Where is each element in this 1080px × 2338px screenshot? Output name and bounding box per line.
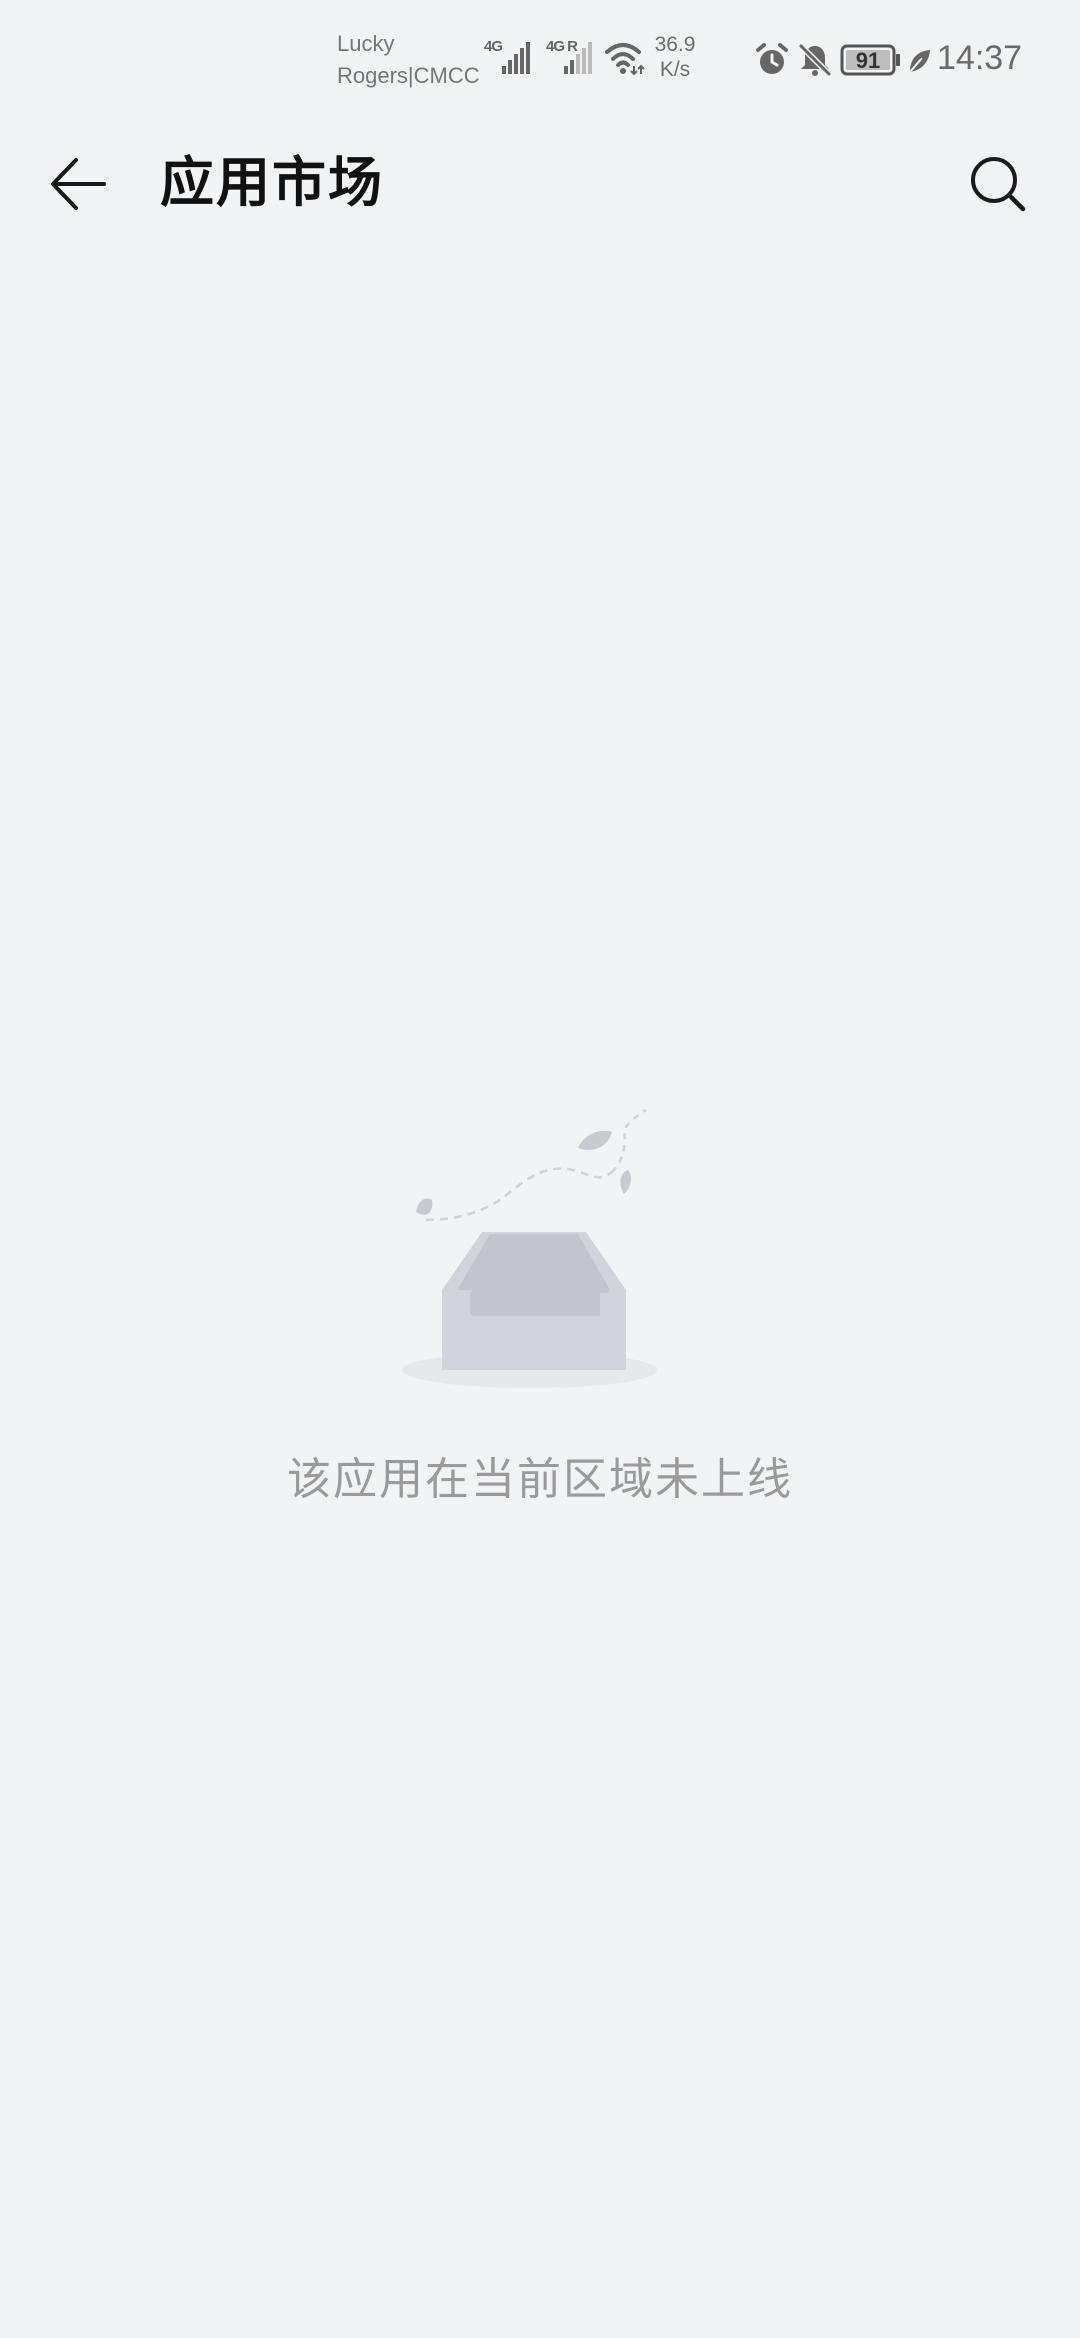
app-screen: Lucky Rogers|CMCC 4G 4G R 36.9 K/s 91 14… — [0, 0, 1080, 2338]
page-title: 应用市场 — [160, 151, 384, 214]
network-speed: 36.9 K/s — [648, 32, 702, 82]
sim2-network-tag: 4G R — [546, 38, 578, 55]
bell-muted-icon — [797, 42, 833, 82]
empty-inbox-illustration — [402, 1108, 658, 1388]
carrier-line-1: Lucky — [337, 31, 395, 56]
search-button[interactable] — [958, 144, 1038, 224]
network-speed-value: 36.9 — [654, 33, 696, 56]
arrow-left-icon — [51, 158, 106, 210]
battery-level: 91 — [855, 48, 881, 73]
carrier-name: Lucky Rogers|CMCC — [337, 28, 480, 92]
status-time: 14:37 — [937, 39, 1023, 77]
alarm-icon — [754, 42, 790, 82]
search-icon — [971, 157, 1026, 212]
carrier-line-2: Rogers|CMCC — [337, 63, 480, 88]
app-bar: 应用市场 — [0, 120, 1080, 240]
network-speed-unit: K/s — [659, 58, 691, 81]
sim2-signal-icon: 4G R — [546, 38, 598, 80]
sim1-signal-icon: 4G — [484, 38, 536, 80]
wifi-icon — [604, 40, 646, 80]
empty-state-message: 该应用在当前区域未上线 — [287, 1454, 793, 1505]
status-bar: Lucky Rogers|CMCC 4G 4G R 36.9 K/s 91 14… — [0, 0, 1080, 120]
sim1-network-tag: 4G — [484, 38, 503, 55]
empty-state: 该应用在当前区域未上线 — [0, 1100, 1080, 1510]
power-saving-leaf-icon — [906, 48, 932, 78]
back-button[interactable] — [38, 144, 118, 224]
